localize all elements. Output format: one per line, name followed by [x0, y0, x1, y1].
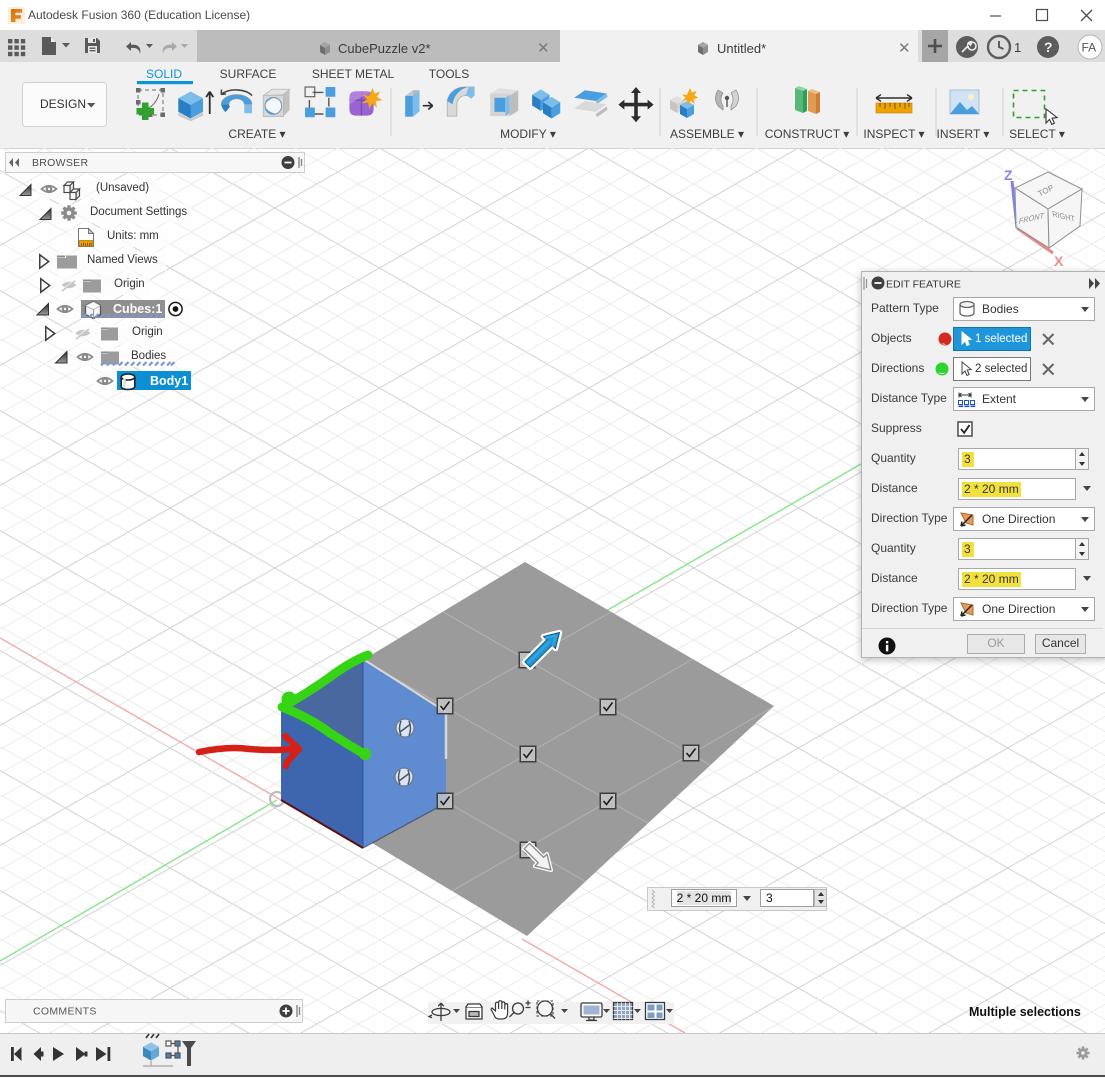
- svg-text:Z: Z: [1004, 167, 1013, 183]
- svg-text:EDIT FEATURE: EDIT FEATURE: [886, 279, 961, 291]
- svg-text:INSERT ▾: INSERT ▾: [937, 127, 990, 141]
- svg-text:X: X: [1054, 253, 1064, 269]
- svg-text:MODIFY ▾: MODIFY ▾: [500, 127, 556, 141]
- svg-text:SURFACE: SURFACE: [220, 67, 277, 81]
- svg-text:TOOLS: TOOLS: [429, 67, 469, 81]
- svg-text:SOLID: SOLID: [146, 67, 182, 81]
- svg-text:ASSEMBLE ▾: ASSEMBLE ▾: [670, 127, 744, 141]
- svg-text:?: ?: [1044, 39, 1053, 55]
- svg-text:DESIGN: DESIGN: [40, 97, 86, 111]
- svg-text:FA: FA: [1082, 41, 1097, 55]
- svg-text:SHEET METAL: SHEET METAL: [312, 67, 395, 81]
- svg-text:INSPECT ▾: INSPECT ▾: [863, 127, 924, 141]
- svg-text:SELECT ▾: SELECT ▾: [1009, 127, 1065, 141]
- svg-text:1: 1: [1014, 40, 1021, 55]
- svg-text:COMMENTS: COMMENTS: [33, 1006, 97, 1018]
- svg-text:CREATE ▾: CREATE ▾: [228, 127, 285, 141]
- svg-text:CONSTRUCT ▾: CONSTRUCT ▾: [765, 127, 849, 141]
